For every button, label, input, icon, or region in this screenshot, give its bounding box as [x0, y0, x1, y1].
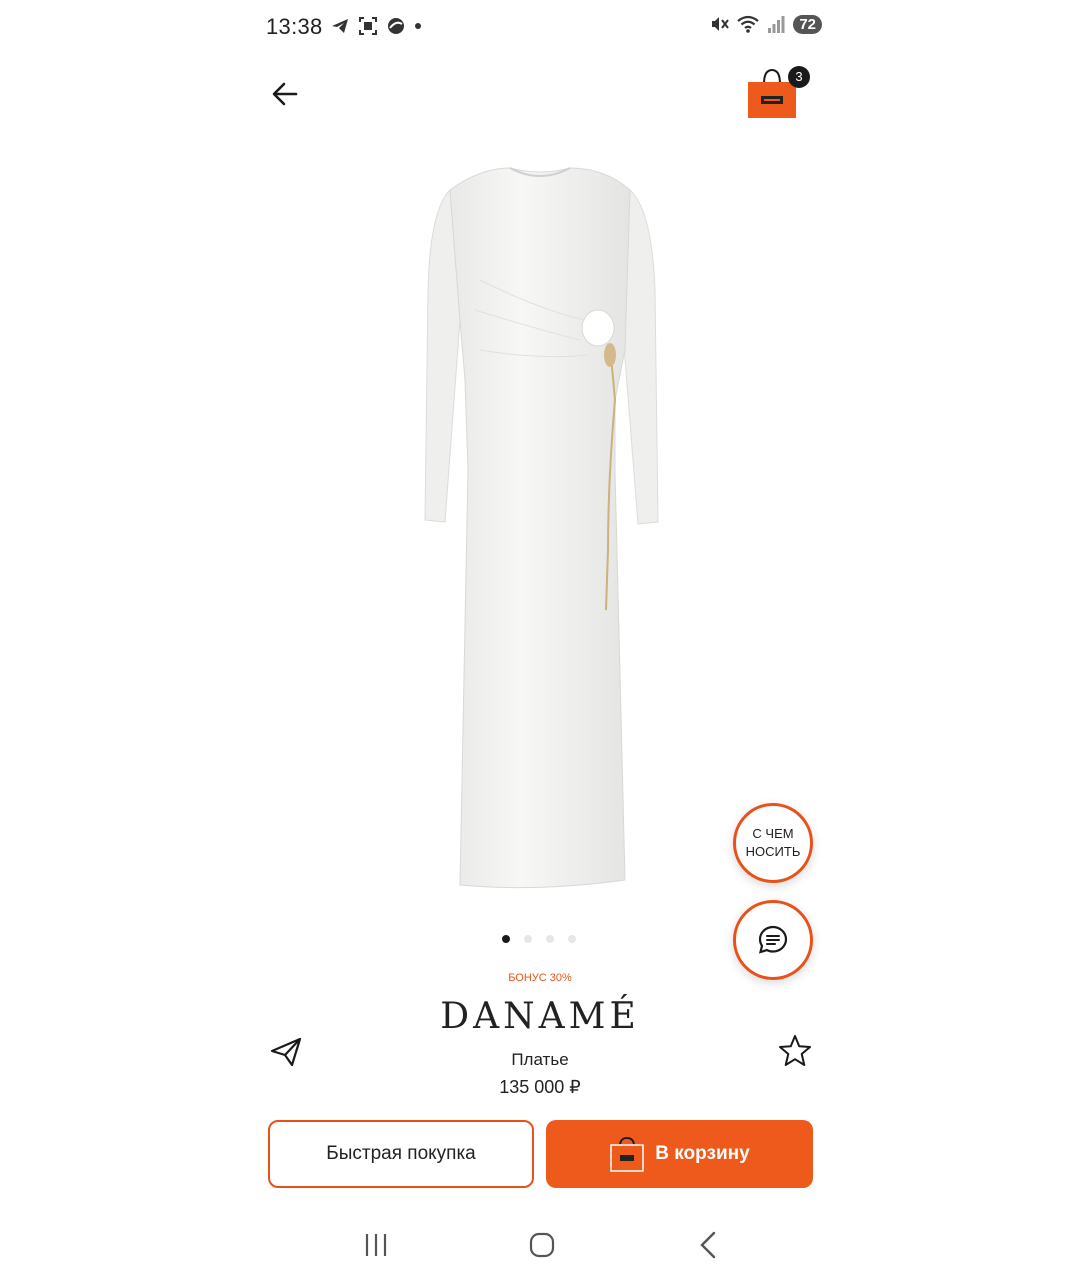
recent-apps-icon: [365, 1234, 387, 1256]
home-icon: [529, 1232, 555, 1258]
system-back-button[interactable]: [694, 1228, 724, 1262]
product-price: 135 000 ₽: [499, 1077, 581, 1097]
shopping-bag-icon: [610, 1137, 645, 1172]
star-icon: [779, 1035, 811, 1066]
app-icon: [388, 18, 404, 34]
wifi-icon: [737, 15, 759, 33]
bonus-label: БОНУС 30%: [508, 972, 572, 984]
status-time: 13:38: [266, 14, 323, 39]
quick-buy-button[interactable]: Быстрая покупка: [268, 1120, 534, 1188]
status-system-icons: 72: [709, 14, 822, 34]
what-to-wear-line1: С ЧЕМ: [752, 826, 794, 841]
battery-level: 72: [793, 14, 822, 34]
signal-icon: [768, 16, 785, 33]
pager-dot[interactable]: [502, 935, 510, 943]
favorite-button[interactable]: [777, 1033, 813, 1069]
chevron-left-icon: [700, 1231, 716, 1259]
home-button[interactable]: [526, 1228, 558, 1262]
add-to-cart-button[interactable]: В корзину: [546, 1120, 813, 1188]
back-button[interactable]: [266, 74, 306, 114]
cart-count-badge: 3: [788, 66, 810, 88]
more-dot-icon: [415, 23, 421, 29]
share-button[interactable]: [268, 1034, 304, 1070]
image-pager: [502, 935, 576, 943]
chat-bubble-icon: [758, 925, 788, 954]
dress-image: [424, 167, 659, 889]
screenshot-icon: [359, 17, 377, 35]
what-to-wear-line2: НОСИТЬ: [745, 844, 801, 859]
arrow-left-icon: [272, 82, 298, 106]
chat-button[interactable]: [733, 900, 813, 980]
status-notification-icons: [330, 16, 422, 36]
brand-name[interactable]: DANAMÉ: [0, 996, 1080, 1037]
product-image[interactable]: [420, 140, 660, 900]
pager-dot[interactable]: [568, 935, 576, 943]
send-icon: [270, 1037, 302, 1067]
recent-apps-button[interactable]: [362, 1228, 392, 1262]
pager-dot[interactable]: [546, 935, 554, 943]
mute-icon: [712, 17, 730, 31]
pager-dot[interactable]: [524, 935, 532, 943]
telegram-icon: [332, 19, 348, 33]
what-to-wear-button[interactable]: С ЧЕМ НОСИТЬ: [733, 803, 813, 883]
add-to-cart-label: В корзину: [655, 1143, 750, 1164]
product-type: Платье: [511, 1050, 569, 1069]
